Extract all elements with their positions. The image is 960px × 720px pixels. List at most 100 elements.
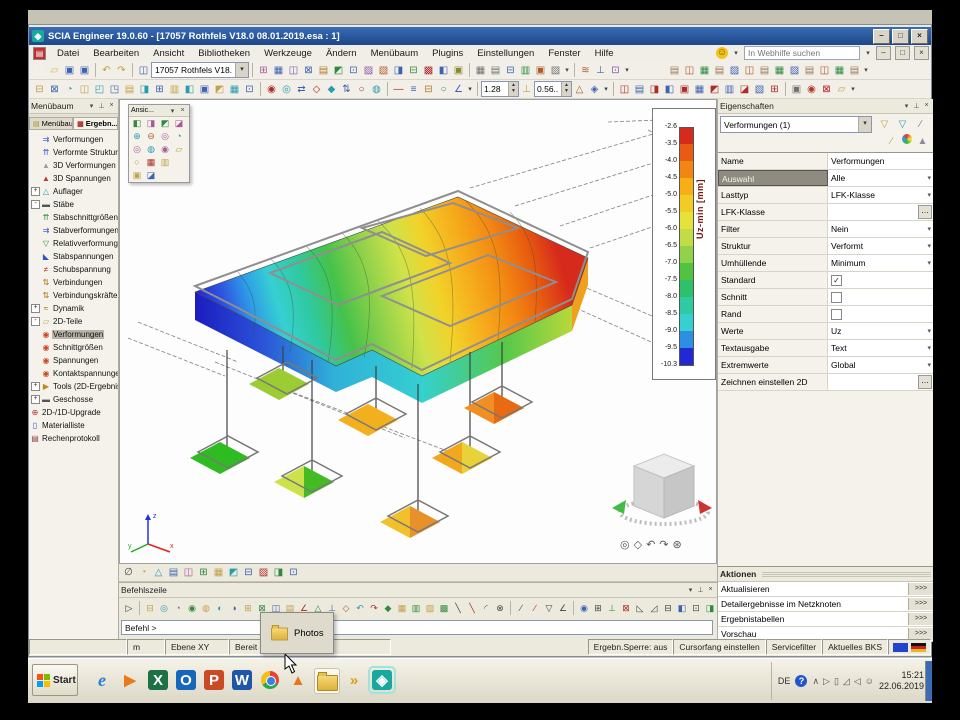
toolbar-icon[interactable]: ↷ xyxy=(367,601,381,615)
prop-value[interactable]: Minimum▾ xyxy=(828,255,933,271)
settings-gear-icon[interactable]: ⊛ xyxy=(673,538,682,551)
toolbar-icon[interactable]: ◎ xyxy=(130,143,144,156)
toolbar-icon[interactable]: ▨ xyxy=(361,63,376,78)
start-button[interactable]: Start xyxy=(32,664,78,696)
tree-item[interactable]: ▽Relativverformung xyxy=(29,237,118,250)
taskbar-app-excel[interactable]: X xyxy=(146,668,170,692)
dropdown-caret-icon[interactable]: ▾ xyxy=(623,66,631,74)
prop-value[interactable]: LFK-Klasse▾ xyxy=(828,187,933,203)
dropdown-caret-icon[interactable]: ▾ xyxy=(563,66,571,74)
undo-icon[interactable]: ↶ xyxy=(99,63,114,78)
chevron-down-icon[interactable]: ▾ xyxy=(927,361,931,369)
scale-spinner[interactable]: 0.56..▲▼ xyxy=(534,81,572,97)
panel-pin-icon[interactable]: ⊥ xyxy=(912,102,921,110)
action-expand-button[interactable]: >>> xyxy=(908,613,933,625)
toolbar-icon[interactable]: ⊥ xyxy=(519,82,534,97)
toolbar-icon[interactable]: ∕ xyxy=(514,601,528,615)
toolbar-icon[interactable]: ▦ xyxy=(227,82,242,97)
action-item[interactable]: Detailergebnisse im Netzknoten>>> xyxy=(718,597,933,612)
panel-close-icon[interactable]: × xyxy=(107,102,116,110)
toolbar-icon[interactable]: ∕ xyxy=(528,601,542,615)
menu-item-einstellungen[interactable]: Einstellungen xyxy=(470,46,541,61)
chevron-down-icon[interactable]: ▾ xyxy=(927,344,931,352)
tree-item[interactable]: +≈Dynamik xyxy=(29,302,118,315)
toolbar-icon[interactable]: ◑ xyxy=(227,601,241,615)
help-icon[interactable]: ? xyxy=(795,675,807,687)
filter-flash-icon[interactable]: ▽ xyxy=(895,117,910,132)
tree-item[interactable]: ⇅Verbindungskräfte xyxy=(29,289,118,302)
toolbar-icon[interactable]: ◫ xyxy=(286,63,301,78)
toolbar-icon[interactable]: ◍ xyxy=(144,143,158,156)
toolbar-icon[interactable]: ▤ xyxy=(757,63,772,78)
toolbar-icon[interactable]: ⊥ xyxy=(593,63,608,78)
toolbar-icon[interactable]: ▧ xyxy=(752,82,767,97)
prop-label[interactable]: Textausgabe xyxy=(718,340,828,356)
toolbar-icon[interactable]: ◇ xyxy=(309,82,324,97)
panel-close-icon[interactable]: × xyxy=(706,586,715,594)
menu-item-hilfe[interactable]: Hilfe xyxy=(588,46,621,61)
checkbox-icon[interactable] xyxy=(831,292,842,303)
help-smiley-icon[interactable]: ☺ xyxy=(716,47,728,59)
toolbar-icon[interactable]: ⊞ xyxy=(196,565,211,580)
toolbar-icon[interactable]: ▥ xyxy=(158,156,172,169)
prop-value[interactable]: Global▾ xyxy=(828,357,933,373)
chevron-down-icon[interactable]: ▾ xyxy=(927,174,931,182)
prop-label[interactable]: Lasttyp xyxy=(718,187,828,203)
toolbar-icon[interactable]: ◫ xyxy=(682,63,697,78)
toolbar-icon[interactable]: ◧ xyxy=(436,63,451,78)
toolbar-icon[interactable]: ▦ xyxy=(772,63,787,78)
open-folder-icon[interactable]: ▱ xyxy=(47,63,62,78)
toolbar-icon[interactable]: ▦ xyxy=(144,156,158,169)
tree-expander-icon[interactable]: - xyxy=(31,200,40,209)
toolbar-icon[interactable]: ⇄ xyxy=(294,82,309,97)
status-cell[interactable]: m xyxy=(127,639,165,655)
pencil-icon[interactable]: ∕ xyxy=(913,117,928,132)
chevron-down-icon[interactable]: ▾ xyxy=(858,117,871,132)
toolbar-icon[interactable]: ▦ xyxy=(692,82,707,97)
ellipsis-button[interactable]: … xyxy=(918,375,932,389)
toolbar-icon[interactable]: ⊠ xyxy=(819,82,834,97)
ellipsis-button[interactable]: … xyxy=(918,205,932,219)
toolbar-icon[interactable]: ▤ xyxy=(712,63,727,78)
dropdown-caret-icon[interactable]: ▾ xyxy=(849,85,857,93)
toolbar-icon[interactable]: ○ xyxy=(130,156,144,169)
toolbar-icon[interactable]: ▥ xyxy=(409,601,423,615)
prop-value[interactable]: … xyxy=(828,374,933,390)
action-item[interactable]: Ergebnistabellen>>> xyxy=(718,612,933,627)
tree-item[interactable]: ◣Stabspannungen xyxy=(29,250,118,263)
chevron-down-icon[interactable]: ▾ xyxy=(168,107,177,115)
toolbar-icon[interactable]: ◧ xyxy=(182,82,197,97)
filter-icon[interactable]: ∕ xyxy=(884,134,899,149)
spinner-arrows[interactable]: ▲▼ xyxy=(561,82,571,96)
action-item[interactable]: Aktualisieren>>> xyxy=(718,582,933,597)
tree-item[interactable]: ◉Schnittgrößen xyxy=(29,341,118,354)
toolbar-icon[interactable]: ▨ xyxy=(256,565,271,580)
toolbar-icon[interactable]: ⊕ xyxy=(130,130,144,143)
toolbar-icon[interactable]: ∅ xyxy=(121,565,136,580)
tree-item[interactable]: ▯Materialliste xyxy=(29,419,118,432)
tree-item[interactable]: ⊕2D-/1D-Upgrade xyxy=(29,406,118,419)
panel-dropdown-icon[interactable]: ▾ xyxy=(87,102,96,110)
dropdown-caret-icon[interactable]: ▾ xyxy=(862,66,870,74)
menu-item-bibliotheken[interactable]: Bibliotheken xyxy=(191,46,257,61)
save-all-icon[interactable]: ▣ xyxy=(77,63,92,78)
table-icon[interactable]: ⊟ xyxy=(503,63,518,78)
model-viewport[interactable]: Ansic... ▾× ◧◨◩◪⊕⊖◎◔◎◍◉▱○▦▥▣◪ Uz-min [mm… xyxy=(119,99,717,564)
toolbar-icon[interactable]: ◨ xyxy=(144,117,158,130)
chevron-down-icon[interactable]: ▾ xyxy=(927,225,931,233)
toolbar-icon[interactable]: ◫ xyxy=(817,63,832,78)
toolbar-icon[interactable]: ◫ xyxy=(181,565,196,580)
prop-label[interactable]: LFK-Klasse xyxy=(718,204,828,220)
project-combobox[interactable]: 17057 Rothfels V18.▾ xyxy=(151,62,249,78)
taskbar-app-file-explorer[interactable] xyxy=(314,668,340,694)
filter-icon[interactable]: ▽ xyxy=(877,117,892,132)
close-button[interactable]: × xyxy=(911,29,928,44)
speaker-icon[interactable]: ◁ xyxy=(854,676,861,687)
toolbar-icon[interactable]: ◍ xyxy=(369,82,384,97)
taskbar-app-yellow-arrows-app[interactable]: » xyxy=(342,668,366,692)
toolbar-icon[interactable]: ⊡ xyxy=(242,82,257,97)
panel-dropdown-icon[interactable]: ▾ xyxy=(686,586,695,594)
chevron-down-icon[interactable]: ▾ xyxy=(927,242,931,250)
tree-item[interactable]: -▬Stäbe xyxy=(29,198,118,211)
toolbar-icon[interactable]: ▤ xyxy=(316,63,331,78)
